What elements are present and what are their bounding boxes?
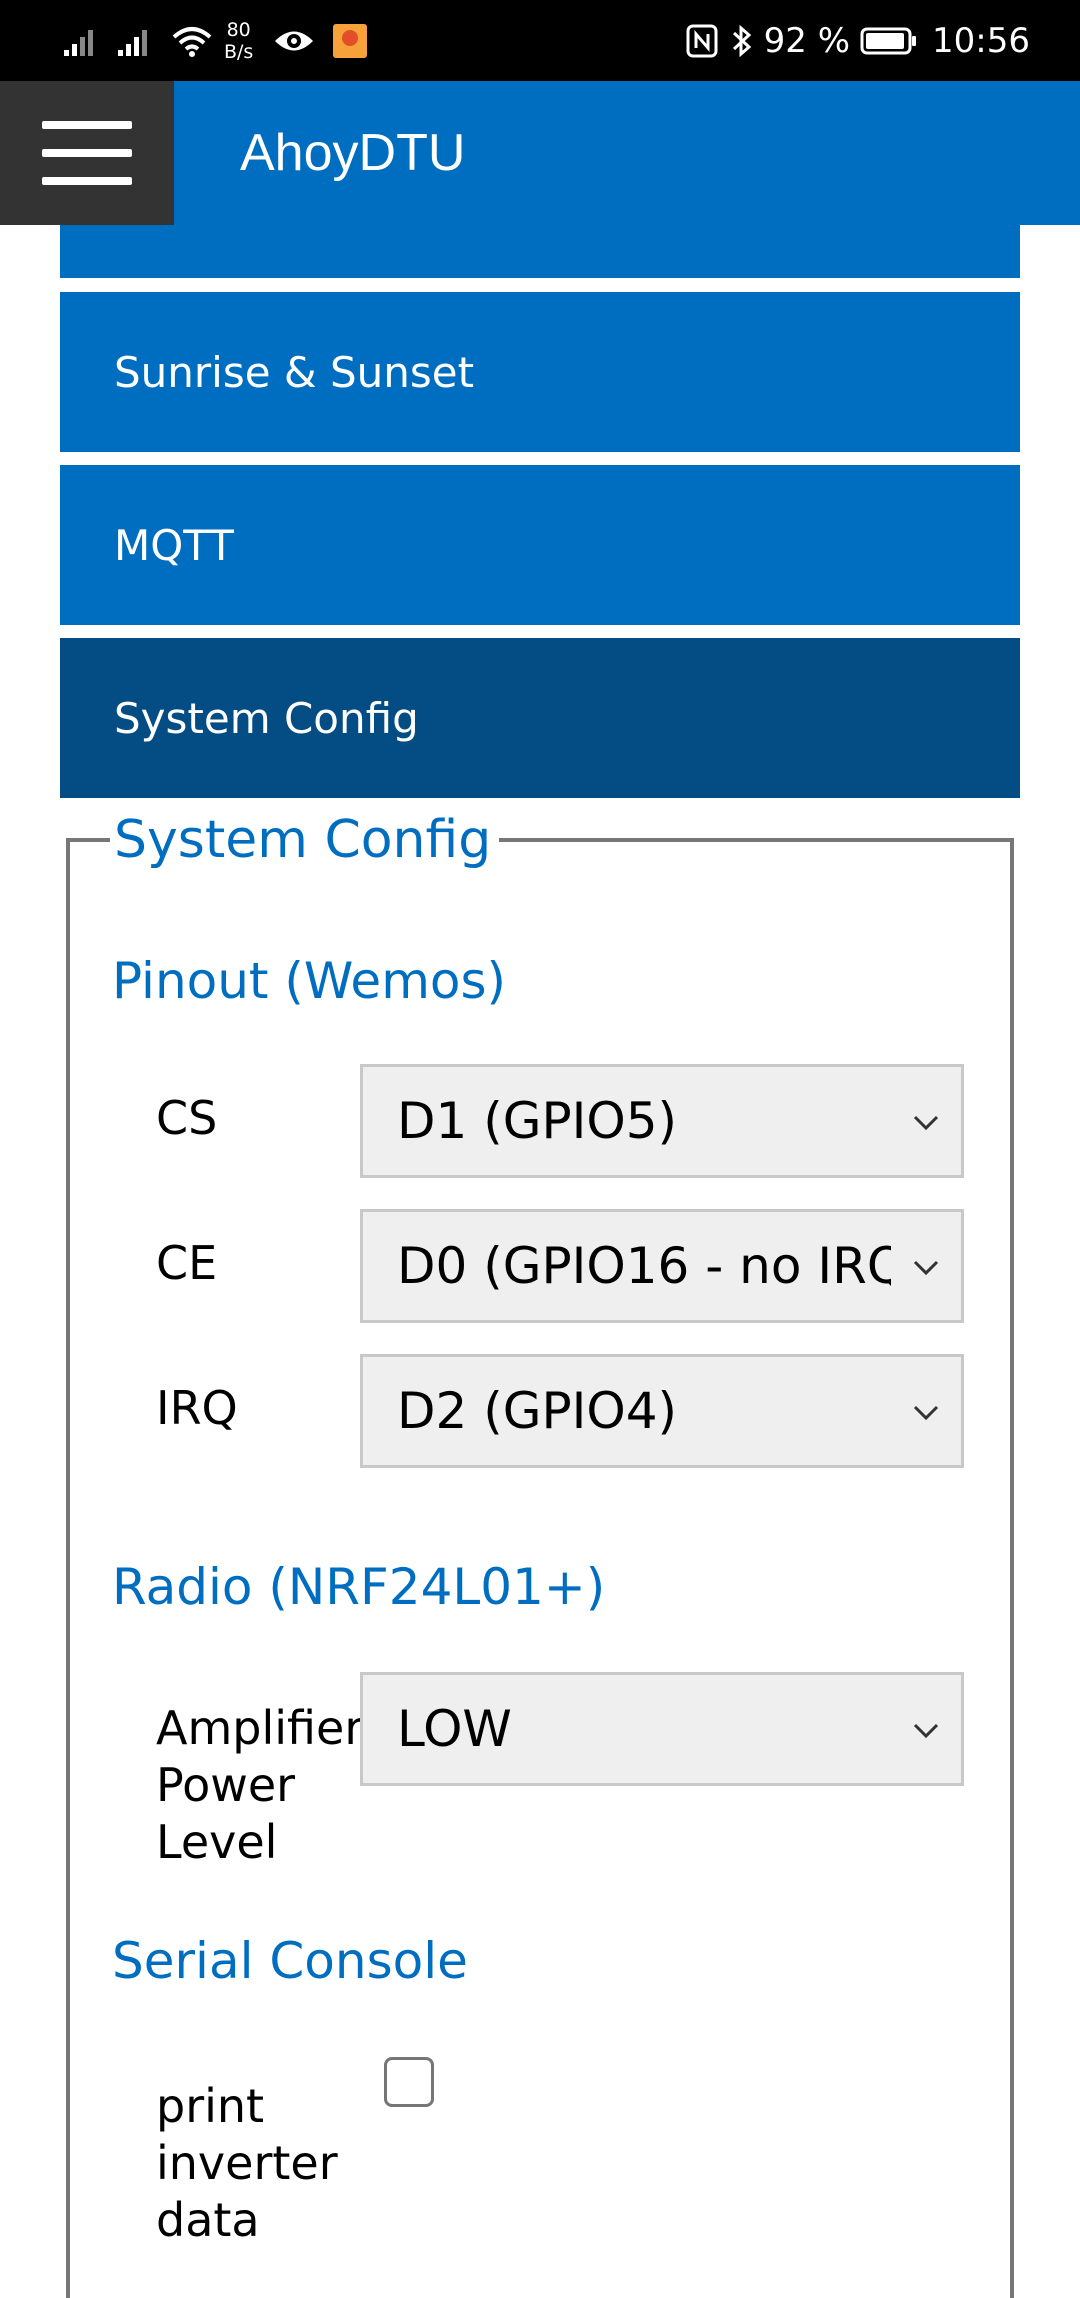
cs-select-value: D1 (GPIO5): [397, 1092, 678, 1150]
print-inverter-data-label-3: data: [156, 2193, 260, 2247]
app-title: AhoyDTU: [240, 124, 466, 182]
ce-select[interactable]: D0 (GPIO16 - no IRQ!): [360, 1209, 964, 1323]
battery-icon: [860, 27, 917, 55]
nav-item-mqtt[interactable]: MQTT: [60, 465, 1020, 625]
eye-icon: [275, 31, 314, 51]
menu-icon-bar: [42, 149, 132, 157]
signal-icon: [64, 30, 93, 56]
nav-item-label: MQTT: [114, 520, 234, 570]
nav-item-label: System Config: [114, 693, 419, 743]
fieldset-legend: System Config: [110, 808, 500, 872]
wifi-icon: [172, 27, 212, 57]
nav-item-system-config[interactable]: System Config: [60, 638, 1020, 798]
nfc-icon: [686, 24, 718, 58]
chevron-down-icon: [913, 1405, 939, 1421]
system-config-fieldset: System Config Pinout (Wemos) CS D1 (GPIO…: [66, 808, 1014, 2298]
amplifier-label: Amplifier: [156, 1701, 364, 1755]
pinout-heading: Pinout (Wemos): [112, 952, 507, 1010]
chevron-down-icon: [913, 1723, 939, 1739]
print-inverter-data-label: print: [156, 2079, 265, 2133]
net-speed-value: 80: [226, 19, 251, 41]
hamburger-menu-button[interactable]: [0, 81, 174, 225]
amplifier-power-select[interactable]: LOW: [360, 1672, 964, 1786]
irq-select[interactable]: D2 (GPIO4): [360, 1354, 964, 1468]
top-bar: AhoyDTU: [0, 81, 1080, 225]
cs-label: CS: [156, 1091, 218, 1145]
bluetooth-icon: [732, 24, 751, 58]
radio-heading: Radio (NRF24L01+): [112, 1558, 606, 1616]
ce-select-value: D0 (GPIO16 - no IRQ!): [397, 1237, 891, 1295]
print-inverter-data-label-2: inverter: [156, 2136, 338, 2190]
status-bar: 80 B/s 92 % 10:56: [0, 0, 1080, 81]
irq-select-value: D2 (GPIO4): [397, 1382, 678, 1440]
net-speed-unit: B/s: [224, 41, 254, 63]
battery-percent: 92 %: [763, 21, 851, 61]
irq-label: IRQ: [156, 1381, 238, 1435]
chevron-down-icon: [913, 1260, 939, 1276]
amplifier-label-3: Level: [156, 1815, 278, 1869]
menu-icon-bar: [42, 177, 132, 185]
menu-icon-bar: [42, 121, 132, 129]
clock: 10:56: [932, 21, 1030, 61]
nav-item-label: Sunrise & Sunset: [114, 347, 475, 397]
amplifier-power-value: LOW: [397, 1700, 512, 1758]
chevron-down-icon: [913, 1115, 939, 1131]
cs-select[interactable]: D1 (GPIO5): [360, 1064, 964, 1178]
nav-item-sunrise-sunset[interactable]: Sunrise & Sunset: [60, 292, 1020, 452]
nav-item-partial[interactable]: [60, 225, 1020, 278]
app-notification-icon: [333, 24, 368, 58]
net-speed: 80 B/s: [224, 19, 253, 63]
serial-console-heading: Serial Console: [112, 1932, 468, 1990]
amplifier-label-2: Power: [156, 1758, 296, 1812]
print-inverter-data-checkbox[interactable]: [384, 2057, 434, 2107]
signal-icon-2: [118, 30, 147, 56]
status-right: 92 % 10:56: [686, 14, 1030, 68]
ce-label: CE: [156, 1236, 218, 1290]
status-left: 80 B/s: [62, 14, 368, 68]
